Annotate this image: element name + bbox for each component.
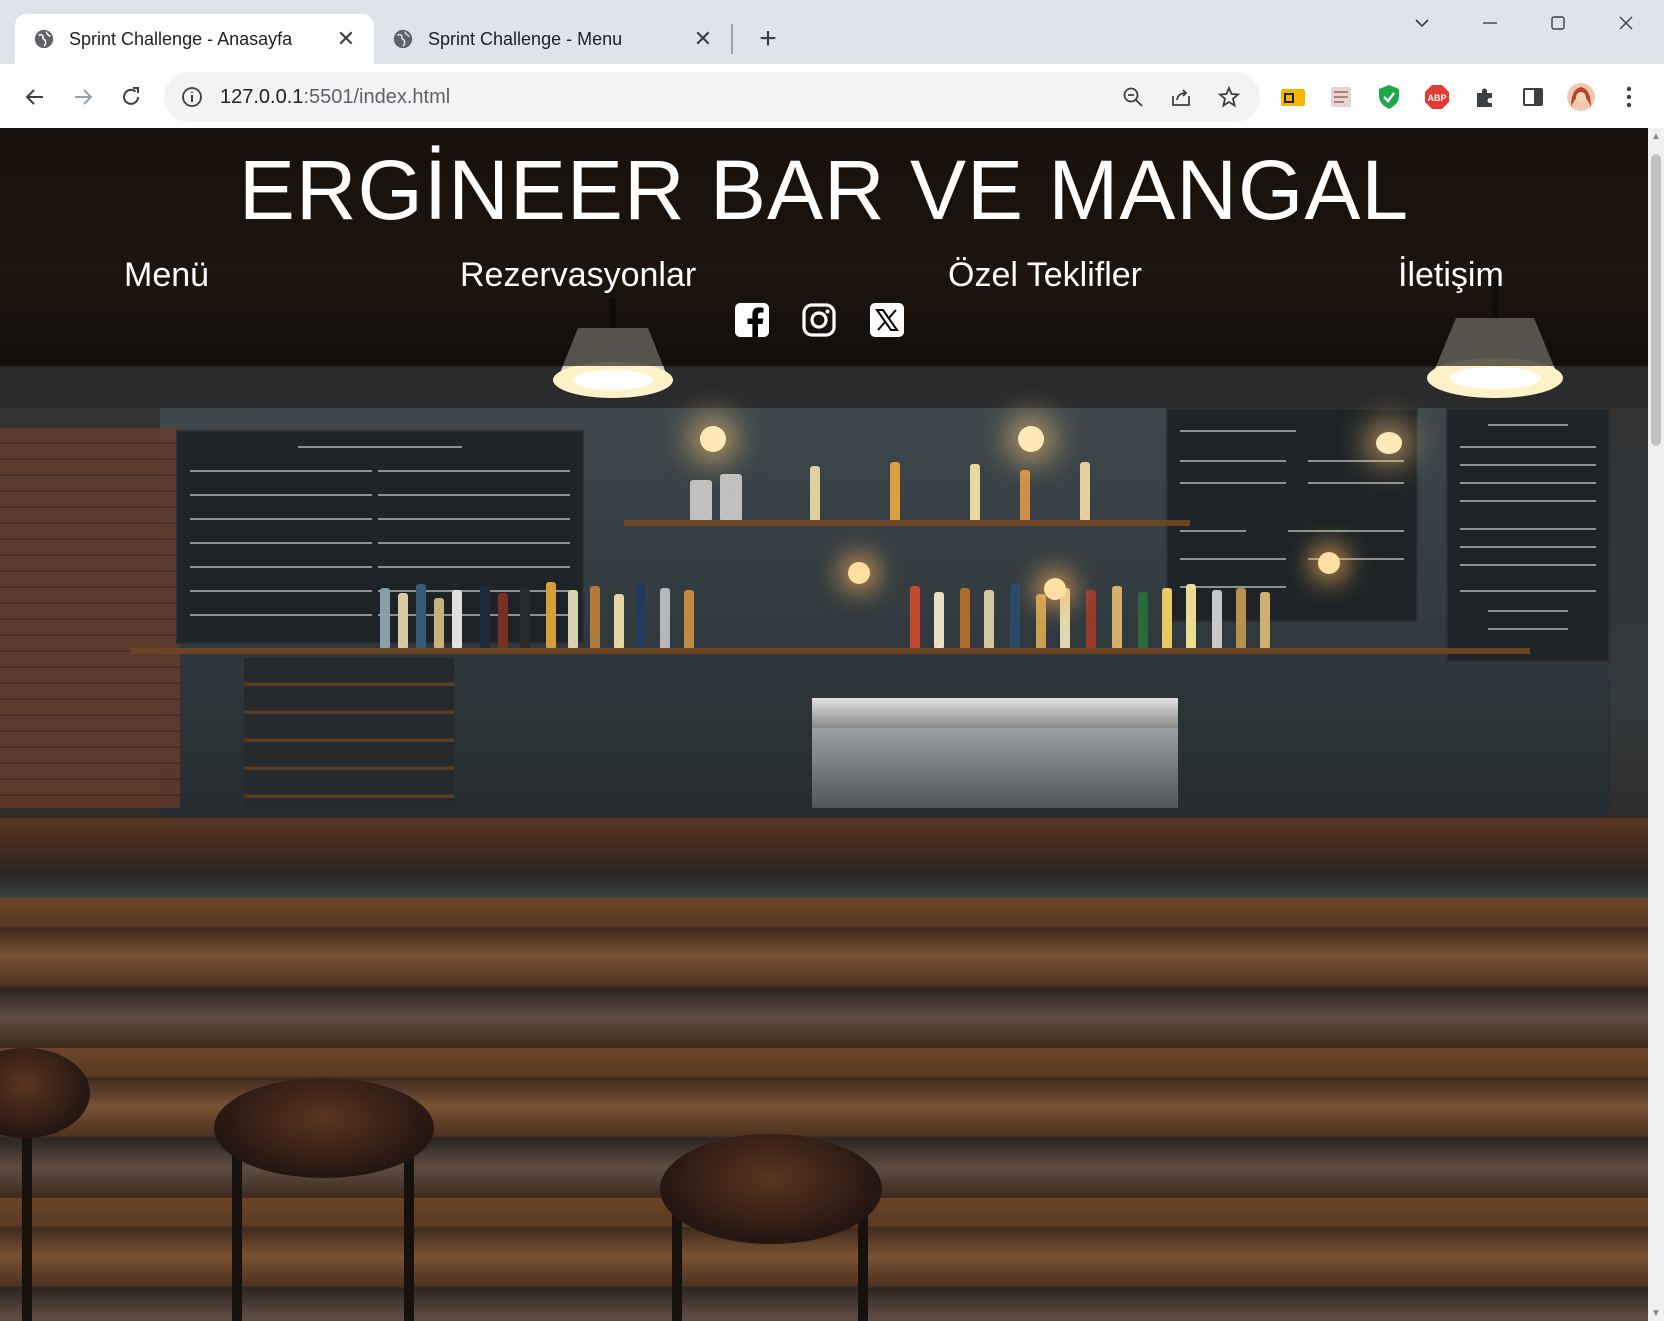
nav-link-rezervasyonlar[interactable]: Rezervasyonlar [460,256,696,295]
nav-link-iletisim[interactable]: İletişim [1398,256,1504,295]
site-header: ERGİNEER BAR VE MANGAL Menü Rezervasyonl… [0,128,1648,366]
bottle-row [370,578,1360,648]
reload-icon [123,87,139,105]
nav-link-ozel-teklifler[interactable]: Özel Teklifler [948,256,1142,295]
tab-anasayfa[interactable]: Sprint Challenge - Anasayfa ✕ [15,14,374,64]
tab-title: Sprint Challenge - Menu [428,28,623,49]
globe-icon [34,29,54,49]
scroll-thumb[interactable] [1651,154,1661,446]
bar-stool [214,1078,434,1178]
tab-menu[interactable]: Sprint Challenge - Menu ✕ [374,14,731,64]
tab-search-icon[interactable] [1402,8,1442,38]
close-icon[interactable]: ✕ [336,26,356,51]
minimize-button[interactable] [1470,8,1510,38]
instagram-icon[interactable] [801,302,837,338]
url-text[interactable]: 127.0.0.1:5501/index.html [220,86,1116,109]
page-viewport: ERGİNEER BAR VE MANGAL Menü Rezervasyonl… [0,128,1664,1321]
page-scrollbar[interactable]: ▲ ▼ [1648,128,1664,1321]
browser-tab-strip: Sprint Challenge - Anasayfa ✕ Sprint Cha… [0,0,1664,64]
new-tab-button[interactable]: + [751,22,785,56]
info-icon[interactable] [180,85,204,109]
share-icon[interactable] [1164,80,1198,114]
adblock-icon[interactable]: ABP [1420,80,1454,114]
x-twitter-icon[interactable] [869,302,905,338]
close-window-button[interactable] [1606,8,1646,38]
zoom-out-icon[interactable] [1116,80,1150,114]
scroll-up-icon[interactable]: ▲ [1648,128,1664,144]
site-nav: Menü Rezervasyonlar Özel Teklifler İleti… [0,256,1648,300]
facebook-icon[interactable] [734,302,770,338]
site-title: ERGİNEER BAR VE MANGAL [238,143,1410,237]
address-bar[interactable]: 127.0.0.1:5501/index.html [164,72,1260,122]
url-host: 127.0.0.1 [220,85,304,108]
maximize-button[interactable] [1538,8,1578,38]
extension-folder-icon[interactable] [1276,80,1310,114]
bar-counter-top [0,818,1664,898]
bar-stool [660,1134,882,1244]
tab-title: Sprint Challenge - Anasayfa [69,28,293,49]
svg-text:ABP: ABP [1427,93,1446,103]
arrow-left-icon [25,89,43,105]
tab-separator [731,24,733,54]
extension-notes-icon[interactable] [1324,80,1358,114]
scroll-down-icon[interactable]: ▼ [1648,1305,1664,1321]
shield-icon[interactable] [1372,80,1406,114]
globe-icon [393,29,413,49]
browser-toolbar: 127.0.0.1:5501/index.html ABP [0,64,1664,128]
coffee-chalkboard [1446,408,1610,662]
close-icon[interactable]: ✕ [693,26,713,51]
side-panel-icon[interactable] [1516,80,1550,114]
beer-taps [812,698,1178,728]
nav-link-menu[interactable]: Menü [124,256,209,295]
url-path: :5501/index.html [303,85,451,108]
forward-button[interactable] [66,80,100,114]
back-button[interactable] [18,80,52,114]
reload-button[interactable] [114,80,148,114]
puzzle-icon[interactable] [1468,80,1502,114]
star-icon[interactable] [1212,80,1246,114]
avatar[interactable] [1564,80,1598,114]
arrow-right-icon [75,89,93,105]
top-shelf-bottles [680,460,1160,520]
kebab-menu-icon[interactable] [1612,80,1646,114]
